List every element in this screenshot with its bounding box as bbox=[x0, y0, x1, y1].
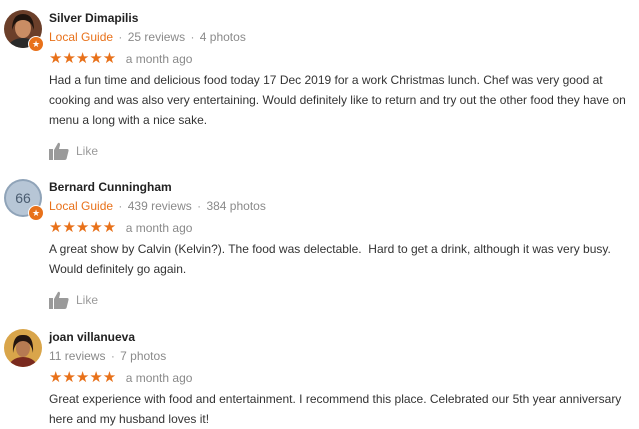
review-count: 439 reviews bbox=[127, 199, 192, 213]
meta-separator: · bbox=[197, 199, 202, 213]
review-count: 25 reviews bbox=[127, 30, 186, 44]
reviewer-name[interactable]: joan villanueva bbox=[49, 329, 634, 345]
reviewer-meta: Local Guide · 25 reviews · 4 photos bbox=[49, 28, 634, 46]
meta-separator: · bbox=[110, 349, 115, 363]
thumbs-up-icon bbox=[49, 142, 69, 160]
local-guide-star-icon: ★ bbox=[28, 36, 44, 52]
photo-count: 4 photos bbox=[199, 30, 246, 44]
photo-count: 384 photos bbox=[206, 199, 266, 213]
reviewer-meta: Local Guide · 439 reviews · 384 photos bbox=[49, 197, 634, 215]
review-text: A great show by Calvin (Kelvin?). The fo… bbox=[49, 242, 615, 276]
star-rating: ★★★★★ bbox=[49, 369, 117, 386]
photo-count: 7 photos bbox=[120, 349, 167, 363]
reviewer-name[interactable]: Silver Dimapilis bbox=[49, 10, 634, 26]
meta-separator: · bbox=[190, 30, 195, 44]
local-guide-star-icon: ★ bbox=[28, 205, 44, 221]
review-count: 11 reviews bbox=[49, 349, 106, 363]
like-label: Like bbox=[76, 144, 99, 158]
meta-separator: · bbox=[118, 199, 123, 213]
reviewer-meta: 11 reviews · 7 photos bbox=[49, 347, 634, 365]
like-button[interactable]: Like bbox=[49, 140, 119, 162]
review-content: Silver Dimapilis Local Guide · 25 review… bbox=[49, 10, 634, 162]
review-text: Great experience with food and entertain… bbox=[49, 392, 625, 426]
avatar-number: 66 bbox=[15, 190, 31, 206]
like-button[interactable]: Like bbox=[49, 289, 119, 311]
star-rating: ★★★★★ bbox=[49, 50, 117, 67]
local-guide-label[interactable]: Local Guide bbox=[49, 199, 113, 213]
review-date: a month ago bbox=[125, 371, 193, 385]
star-rating: ★★★★★ bbox=[49, 219, 117, 236]
review-date: a month ago bbox=[125, 221, 193, 235]
rating-row: ★★★★★ a month ago bbox=[49, 220, 634, 236]
avatar[interactable] bbox=[4, 329, 42, 367]
meta-separator: · bbox=[118, 30, 123, 44]
local-guide-label[interactable]: Local Guide bbox=[49, 30, 113, 44]
review-date: a month ago bbox=[125, 52, 193, 66]
thumbs-up-icon bbox=[49, 291, 69, 309]
rating-row: ★★★★★ a month ago bbox=[49, 51, 634, 67]
reviews-list: ★ Silver Dimapilis Local Guide · 25 revi… bbox=[0, 0, 639, 429]
reviewer-name[interactable]: Bernard Cunningham bbox=[49, 179, 634, 195]
review-content: joan villanueva 11 reviews · 7 photos ★★… bbox=[49, 329, 634, 429]
review-content: Bernard Cunningham Local Guide · 439 rev… bbox=[49, 179, 634, 311]
rating-row: ★★★★★ a month ago bbox=[49, 370, 634, 386]
review-text: Had a fun time and delicious food today … bbox=[49, 73, 630, 127]
like-label: Like bbox=[76, 293, 99, 307]
